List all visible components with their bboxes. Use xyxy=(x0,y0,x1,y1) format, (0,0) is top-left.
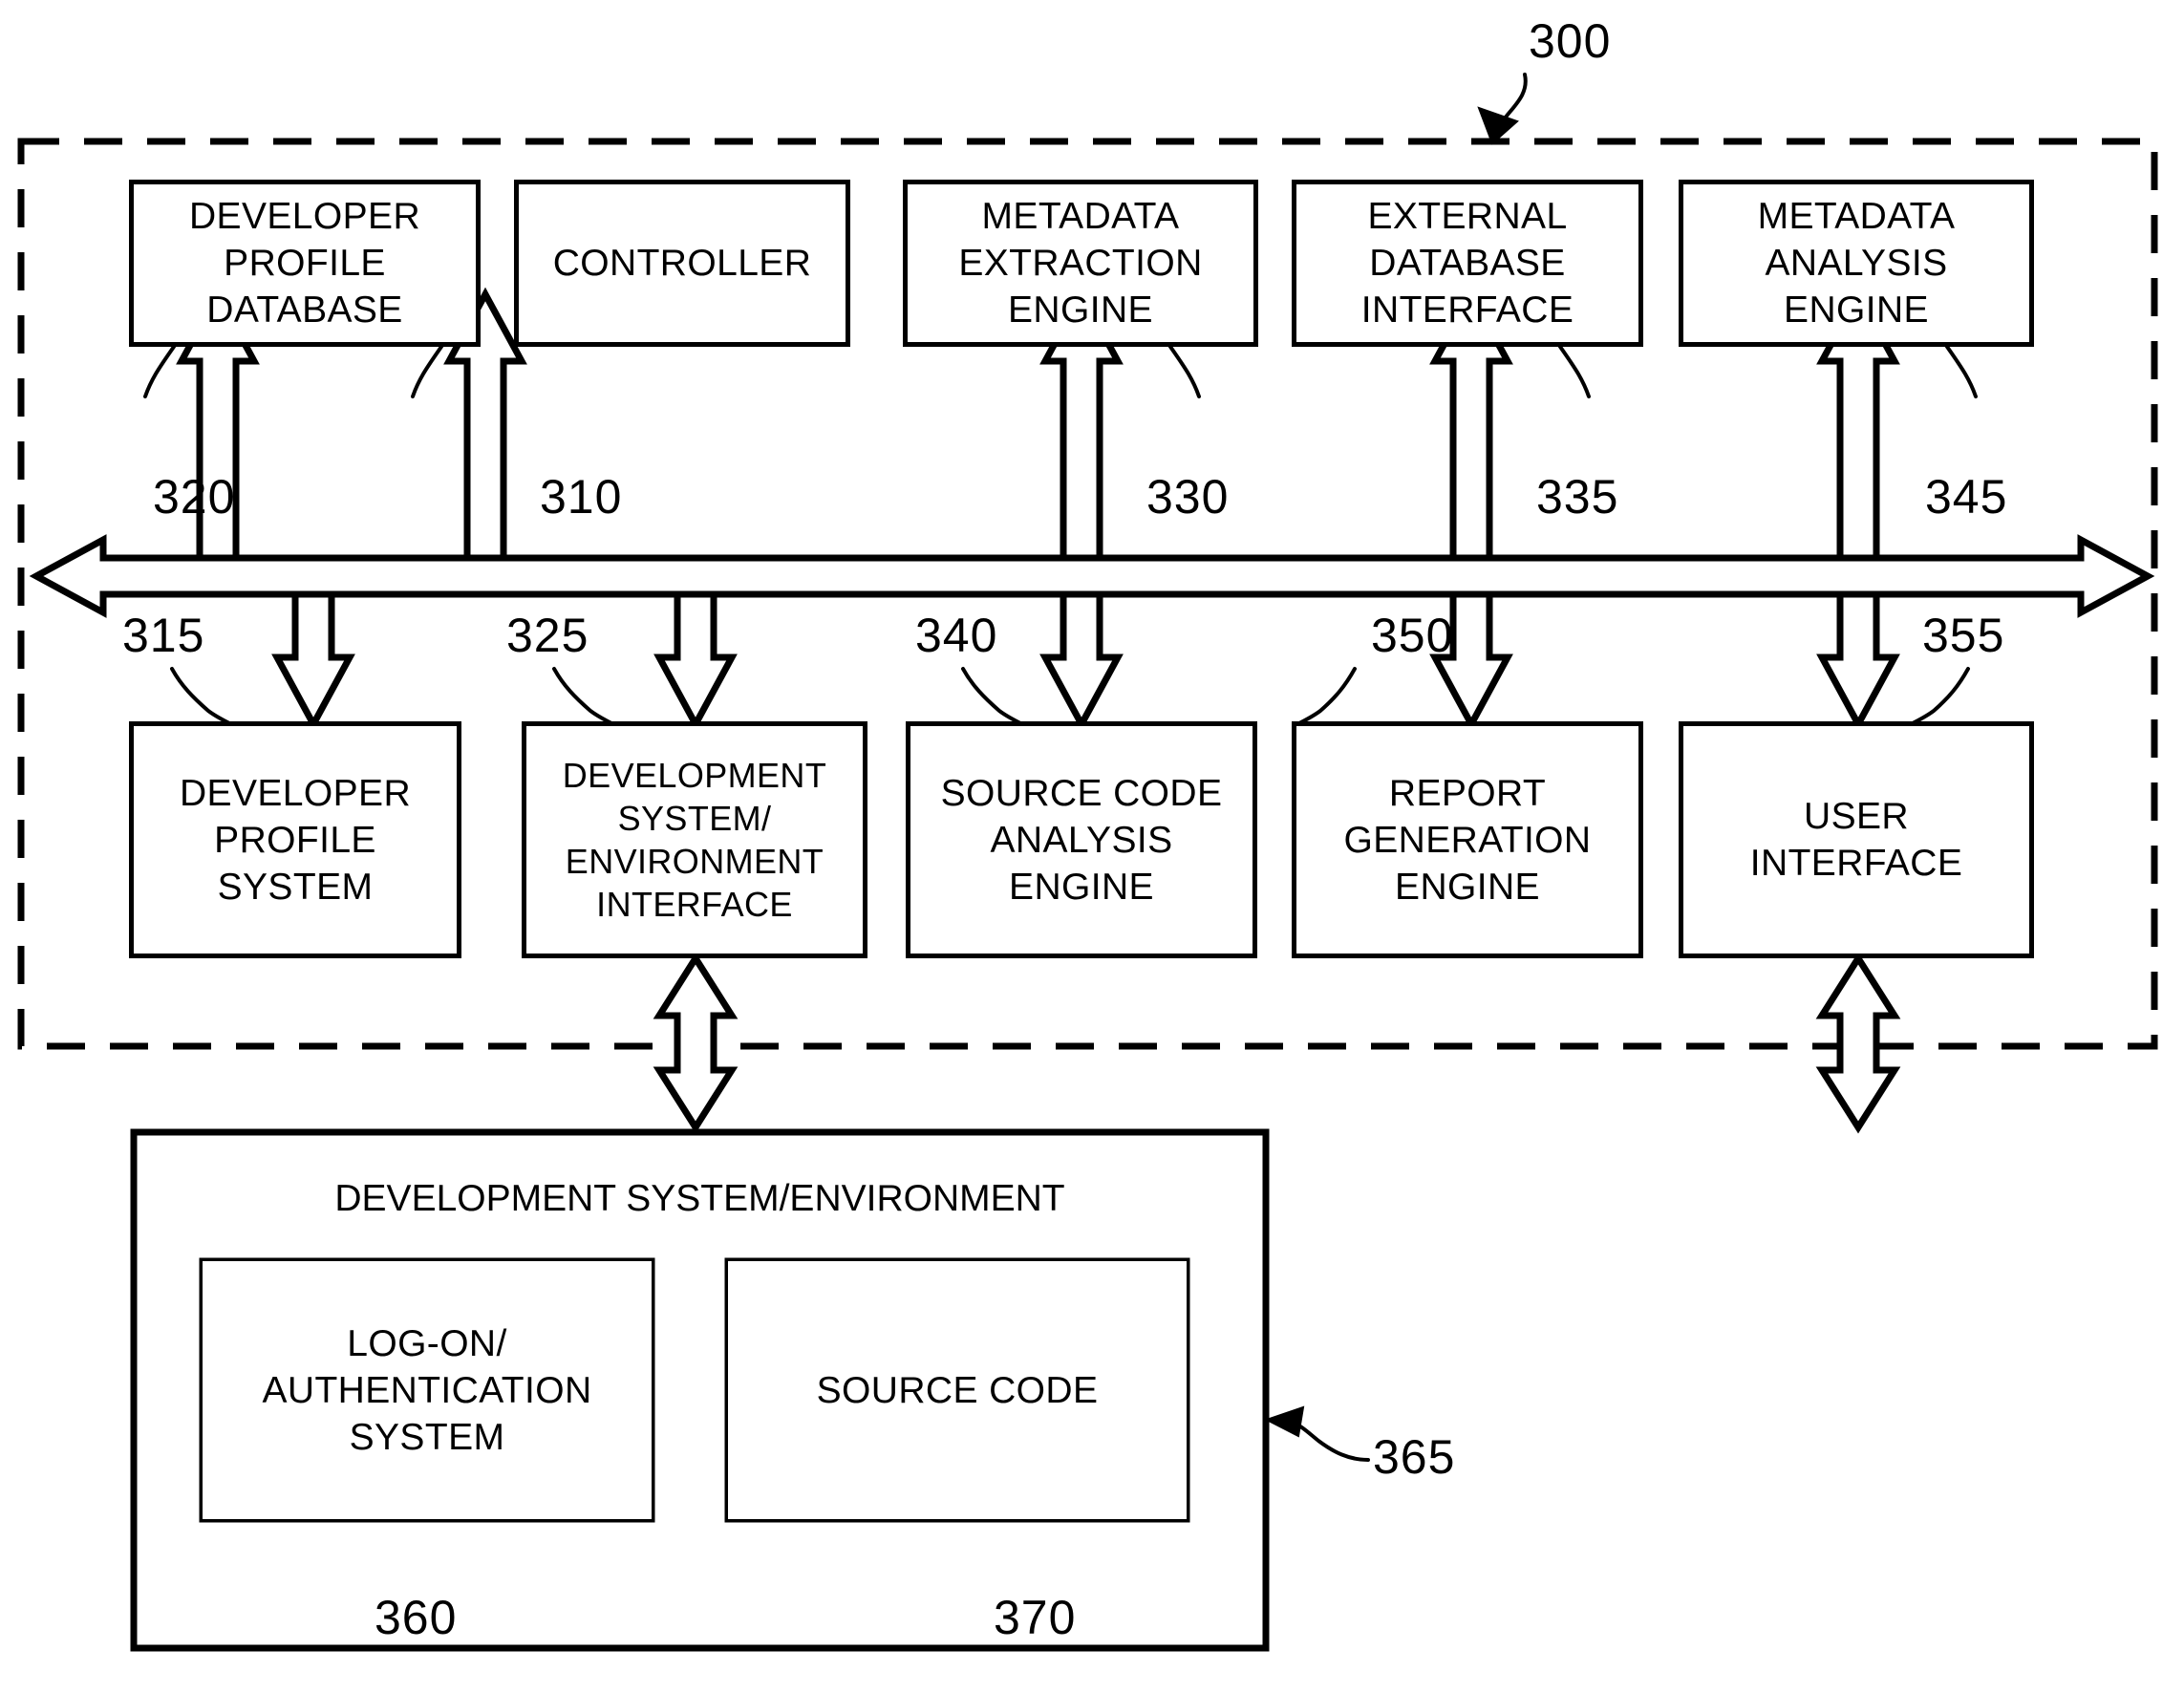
box-log-on-authentication-system-label: LOG-ON/ AUTHENTICATION SYSTEM xyxy=(262,1322,592,1458)
leader-arrowhead-365 xyxy=(1264,1405,1305,1438)
reference-numeral-300: 300 xyxy=(1529,14,1612,68)
box-source-code-label: SOURCE CODE xyxy=(816,1369,1099,1411)
box-log-on-authentication-system[interactable]: LOG-ON/ AUTHENTICATION SYSTEM xyxy=(203,1261,652,1519)
reference-numeral-335: 335 xyxy=(1536,470,1619,524)
box-source-code-analysis-engine[interactable]: SOURCE CODE ANALYSIS ENGINE xyxy=(906,721,1257,958)
box-metadata-analysis-engine[interactable]: METADATA ANALYSIS ENGINE xyxy=(1679,180,2034,347)
box-developer-profile-system-label: DEVELOPER PROFILE SYSTEM xyxy=(179,772,412,908)
box-controller[interactable]: CONTROLLER xyxy=(514,180,850,347)
box-report-generation-engine[interactable]: REPORT GENERATION ENGINE xyxy=(1292,721,1643,958)
reference-numeral-365: 365 xyxy=(1373,1430,1456,1484)
arrow-bus-to-source-code-analysis-engine xyxy=(1039,590,1124,732)
arrow-dev-interface-to-development-environment xyxy=(653,952,739,1134)
box-developer-profile-system[interactable]: DEVELOPER PROFILE SYSTEM xyxy=(129,721,461,958)
reference-numeral-330: 330 xyxy=(1146,470,1230,524)
box-external-database-interface[interactable]: EXTERNAL DATABASE INTERFACE xyxy=(1292,180,1643,347)
box-report-generation-engine-label: REPORT GENERATION ENGINE xyxy=(1343,772,1592,908)
box-external-database-interface-label: EXTERNAL DATABASE INTERFACE xyxy=(1360,196,1574,331)
reference-numeral-320: 320 xyxy=(153,470,236,524)
box-developer-profile-database[interactable]: DEVELOPER PROFILE DATABASE xyxy=(129,180,481,347)
box-source-code-analysis-engine-label: SOURCE CODE ANALYSIS ENGINE xyxy=(940,772,1223,908)
figure-canvas: 300 DEVELOPER PROFILE DATABASE CONTROLLE… xyxy=(0,0,2184,1693)
reference-numeral-370: 370 xyxy=(994,1591,1077,1644)
box-source-code[interactable]: SOURCE CODE xyxy=(728,1261,1187,1519)
development-environment-title: DEVELOPMENT SYSTEM/ENVIRONMENT xyxy=(334,1178,1065,1219)
arrow-bus-to-development-system-environment-interface xyxy=(653,590,738,732)
reference-numeral-360: 360 xyxy=(375,1591,458,1644)
box-development-system-environment-interface[interactable]: DEVELOPMENT SYSTEM/ ENVIRONMENT INTERFAC… xyxy=(522,721,867,958)
arrow-bus-to-user-interface xyxy=(1816,590,1900,732)
reference-numeral-340: 340 xyxy=(915,609,998,662)
box-controller-label: CONTROLLER xyxy=(552,243,812,284)
reference-numeral-325: 325 xyxy=(506,609,589,662)
reference-numeral-315: 315 xyxy=(122,609,205,662)
box-development-system-environment-interface-label: DEVELOPMENT SYSTEM/ ENVIRONMENT INTERFAC… xyxy=(562,756,827,924)
reference-numeral-355: 355 xyxy=(1922,609,2005,662)
box-user-interface[interactable]: USER INTERFACE xyxy=(1679,721,2034,958)
reference-numeral-350: 350 xyxy=(1371,609,1454,662)
box-user-interface-label: USER INTERFACE xyxy=(1749,796,1963,884)
reference-numeral-310: 310 xyxy=(540,470,623,524)
box-metadata-extraction-engine[interactable]: METADATA EXTRACTION ENGINE xyxy=(903,180,1258,347)
arrow-bus-to-developer-profile-system xyxy=(271,590,355,732)
leader-arrowhead-300 xyxy=(1477,106,1519,145)
box-developer-profile-database-label: DEVELOPER PROFILE DATABASE xyxy=(188,196,421,331)
box-metadata-extraction-engine-label: METADATA EXTRACTION ENGINE xyxy=(958,196,1203,331)
box-metadata-analysis-engine-label: METADATA ANALYSIS ENGINE xyxy=(1757,196,1956,331)
reference-numeral-345: 345 xyxy=(1925,470,2008,524)
